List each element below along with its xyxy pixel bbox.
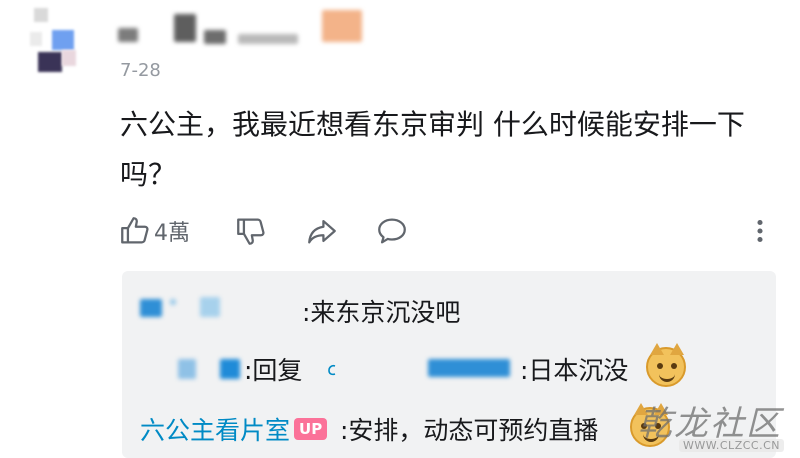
reply-text: :来东京沉没吧 [302,298,461,327]
reply-username-redacted [178,359,196,379]
site-watermark: 乾龙社区 WWW.CLZCC.CN [638,396,788,452]
mention-username-redacted[interactable] [428,359,510,377]
avatar-pixel [52,30,74,50]
more-options-button[interactable] [752,214,768,248]
redaction-block [200,297,220,317]
username-redacted[interactable] [112,8,372,44]
reply-button[interactable] [374,214,410,248]
reply-text: :日本沉没 [520,356,629,385]
redaction-block [238,34,298,44]
avatar-pixel [62,50,76,66]
comment-action-bar: 4萬 [118,214,778,254]
reply-username-label: 六公主看片室 [140,416,291,445]
reply-item[interactable]: :回复 :日本沉没 [138,343,738,387]
thumbs-up-icon [121,217,149,244]
share-arrow-icon [308,219,336,244]
reply-username[interactable]: 六公主看片室 UP [140,411,329,447]
comment-bubble-icon [378,218,406,244]
emoji-mouth [659,371,675,382]
like-button[interactable]: 4萬 [118,214,190,248]
comment-date: 7-28 [120,60,161,81]
avatar-pixel [30,32,42,46]
watermark-title: 乾龙社区 [638,404,782,444]
avatar[interactable] [30,6,90,72]
redaction-block [322,10,362,42]
reply-text: :安排，动态可预约直播 [340,416,599,445]
avatar-pixel [38,52,62,72]
thumbs-down-icon [237,218,265,245]
dislike-button[interactable] [234,214,268,248]
reply-username-redacted [140,299,162,317]
avatar-pixel [34,8,48,22]
redaction-block [118,28,138,42]
redaction-block [204,30,226,44]
redaction-block [220,359,240,379]
more-vertical-icon [757,219,763,243]
up-badge: UP [294,418,328,440]
emoji-ear [650,343,664,355]
at-mention-icon [328,364,336,376]
comment-text: 六公主，我最近想看东京审判 什么时候能安排一下吗？ [120,108,745,191]
emoji-eye [671,363,677,369]
reply-prefix: :回复 [244,356,303,385]
watermark-url: WWW.CLZCC.CN [679,439,784,452]
emoji-eye [657,363,663,369]
doge-emoji-icon [646,343,686,387]
redaction-block [170,299,176,305]
reply-item[interactable]: :来东京沉没吧 [138,293,738,329]
share-button[interactable] [304,214,340,248]
emoji-ear [670,343,684,355]
like-count: 4萬 [154,221,190,246]
redaction-block [174,14,196,42]
